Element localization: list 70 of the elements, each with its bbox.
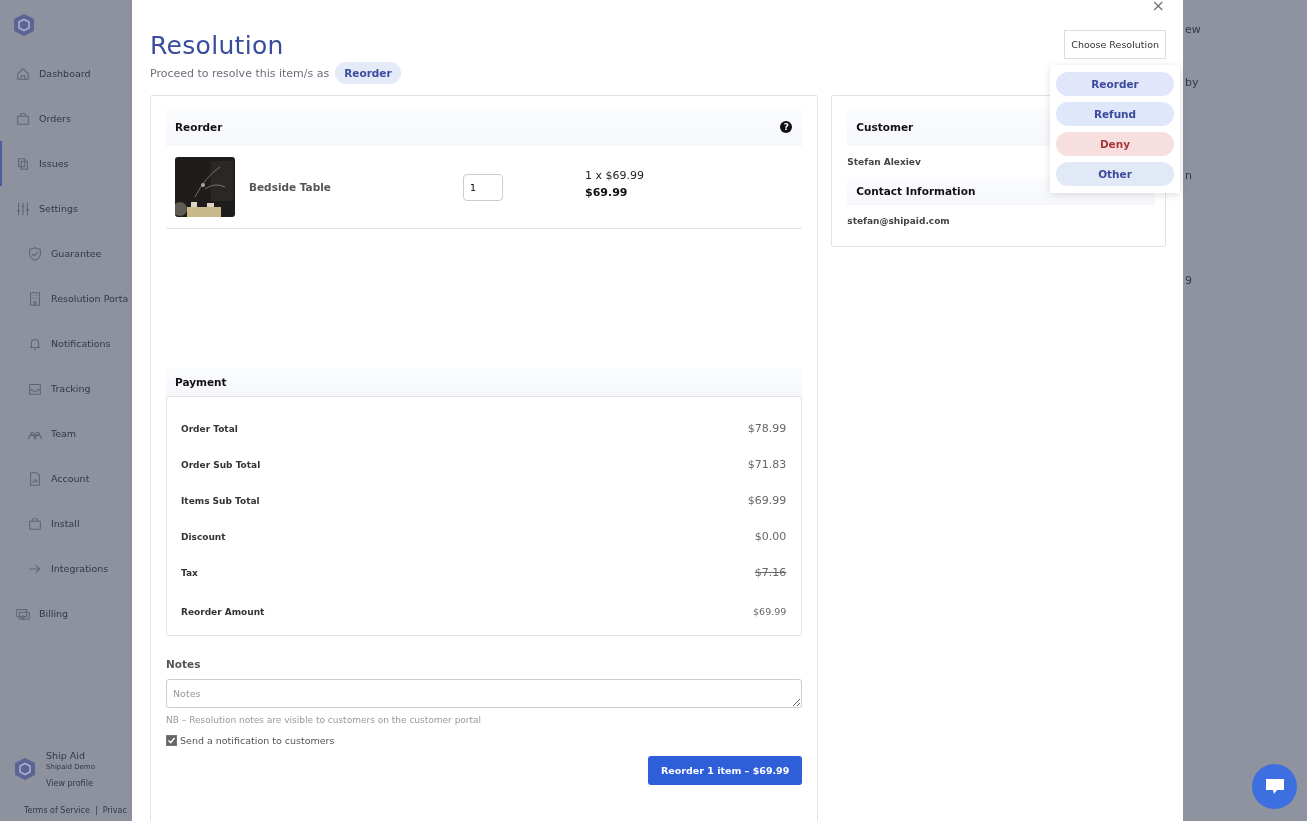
logo-icon xyxy=(14,757,36,781)
section-title: Reorder xyxy=(175,121,223,133)
customer-name: Stefan Alexiev xyxy=(847,157,922,167)
background-text: n xyxy=(1185,169,1193,182)
choose-resolution-button[interactable]: Choose Resolution xyxy=(1064,30,1166,59)
logo-icon xyxy=(13,13,35,37)
nav-item[interactable]: Dashboard xyxy=(0,51,132,96)
nav-item[interactable]: Install xyxy=(0,501,132,546)
nav-item[interactable]: Guarantee xyxy=(0,231,132,276)
terms-link[interactable]: Terms of Service xyxy=(24,806,90,815)
customer-email: stefan@shipaid.com xyxy=(847,216,951,226)
payment-label: Order Sub Total xyxy=(181,459,261,470)
nav-item[interactable]: Account xyxy=(0,456,132,501)
item-total: $69.99 xyxy=(585,185,629,199)
payment-label: Items Sub Total xyxy=(181,495,260,506)
payment-label: Tax xyxy=(181,567,198,578)
reorder-button[interactable]: Reorder 1 item – $69.99 xyxy=(648,756,803,785)
payment-label: Order Total xyxy=(181,423,238,434)
notes-label: Notes xyxy=(166,658,202,670)
payment-label: Reorder Amount xyxy=(181,606,265,617)
item-name: Bedside Table xyxy=(249,181,332,193)
payment-value: $0.00 xyxy=(754,530,787,543)
payment-value: $71.83 xyxy=(747,458,787,471)
section-title: Payment xyxy=(175,376,227,388)
bag-icon xyxy=(27,515,43,532)
section-title: Contact Information xyxy=(856,185,976,197)
nav-item[interactable]: Settings xyxy=(0,186,132,231)
building-icon xyxy=(27,290,43,307)
modal-title: Resolution xyxy=(150,31,285,60)
nav-item[interactable]: Notifications xyxy=(0,321,132,366)
nav-item[interactable]: Integrations xyxy=(0,546,132,591)
view-profile-link[interactable]: View profile xyxy=(46,779,95,788)
notify-checkbox[interactable] xyxy=(166,735,177,746)
nav-item[interactable]: Team xyxy=(0,411,132,456)
unit-price: 1 x $69.99 xyxy=(585,168,644,182)
nav-item[interactable]: Billing xyxy=(0,591,132,636)
resolution-option[interactable]: Reorder xyxy=(1056,72,1174,96)
resolution-option[interactable]: Other xyxy=(1056,162,1174,186)
background-text: 9 xyxy=(1185,274,1193,287)
payment-value: $69.99 xyxy=(753,606,787,617)
profile-name: Ship Aid xyxy=(46,750,86,761)
pages-icon xyxy=(15,155,31,172)
section-title: Customer xyxy=(856,121,914,133)
sliders-icon xyxy=(15,200,31,217)
privacy-link[interactable]: Privac xyxy=(102,806,127,815)
close-button[interactable]: × xyxy=(1151,0,1165,14)
subtitle: Proceed to resolve this item/s as xyxy=(150,66,330,80)
payment-value: $7.16 xyxy=(754,566,787,579)
notes-field[interactable]: Notes xyxy=(166,679,803,708)
payment-value: $78.99 xyxy=(747,422,787,435)
background-text: ew xyxy=(1185,23,1202,36)
nav-item[interactable]: Tracking xyxy=(0,366,132,411)
checkbox-label: Send a notification to customers xyxy=(180,735,335,746)
document-icon xyxy=(27,470,43,487)
resolution-option[interactable]: Deny xyxy=(1056,132,1174,156)
background-text: by xyxy=(1185,76,1200,89)
nav-item[interactable]: Orders xyxy=(0,96,132,141)
nav-item[interactable]: Resolution Porta xyxy=(0,276,132,321)
payment-label: Discount xyxy=(181,531,226,542)
shield-icon xyxy=(27,245,43,262)
notes-hint: NB – Resolution notes are visible to customers on the customer portal xyxy=(166,715,483,725)
separator: | xyxy=(94,806,98,815)
help-icon[interactable]: ? xyxy=(780,121,793,133)
resolution-badge: Reorder xyxy=(335,62,401,84)
house-icon xyxy=(15,65,31,82)
payment-value: $69.99 xyxy=(747,494,787,507)
bag-icon xyxy=(15,110,31,127)
resolution-option[interactable]: Refund xyxy=(1056,102,1174,126)
chat-button[interactable] xyxy=(1252,764,1297,809)
quantity-field[interactable]: 1 xyxy=(463,173,503,201)
